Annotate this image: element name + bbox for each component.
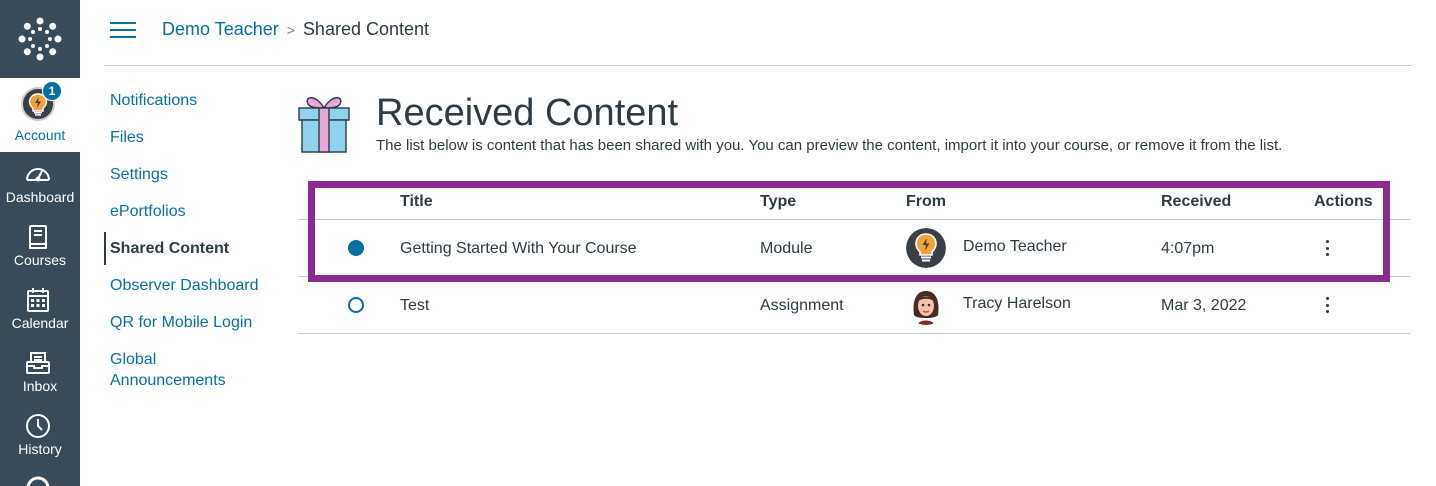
row-title[interactable]: Getting Started With Your Course: [400, 240, 637, 258]
column-header-from: From: [906, 193, 946, 210]
nav-item-inbox[interactable]: Inbox: [0, 343, 80, 406]
page-title: Received Content: [376, 92, 679, 134]
column-header-received: Received: [1161, 193, 1232, 210]
row-from: Demo Teacher: [963, 238, 1067, 255]
row-type: Module: [760, 240, 813, 257]
breadcrumb-separator: >: [286, 21, 295, 38]
read-indicator-icon[interactable]: [348, 297, 364, 313]
nav-item-label: History: [18, 441, 62, 457]
table-row[interactable]: Getting Started With Your Course Module …: [298, 220, 1410, 277]
table-header: Title Type From Received Actions: [298, 182, 1410, 220]
help-icon: [24, 474, 52, 486]
nav-item-more[interactable]: [0, 470, 80, 486]
hamburger-menu-icon[interactable]: [110, 19, 136, 41]
menu-item-settings[interactable]: Settings: [104, 164, 274, 185]
nav-account[interactable]: 1 Account: [0, 78, 80, 152]
column-header-title: Title: [400, 193, 433, 210]
menu-item-observer-dashboard[interactable]: Observer Dashboard: [104, 275, 274, 296]
nav-item-history[interactable]: History: [0, 406, 80, 469]
nav-item-dashboard[interactable]: Dashboard: [0, 154, 80, 217]
nav-item-label: Dashboard: [5, 189, 75, 205]
column-header-type: Type: [760, 193, 797, 210]
actions-menu-icon[interactable]: [1320, 237, 1334, 259]
menu-item-qr-mobile-login[interactable]: QR for Mobile Login: [104, 312, 274, 333]
row-type: Assignment: [760, 297, 844, 314]
column-header-actions: Actions: [1314, 193, 1373, 210]
nav-account-label: Account: [14, 127, 66, 143]
nav-item-courses[interactable]: Courses: [0, 217, 80, 280]
nav-item-label: Inbox: [22, 378, 58, 394]
table-row[interactable]: Test Assignment Tracy Harelson Mar 3, 20…: [298, 277, 1410, 334]
breadcrumb: Demo Teacher > Shared Content: [162, 19, 429, 40]
menu-item-eportfolios[interactable]: ePortfolios: [104, 201, 274, 222]
actions-menu-icon[interactable]: [1320, 294, 1334, 316]
row-from: Tracy Harelson: [963, 295, 1071, 312]
menu-item-notifications[interactable]: Notifications: [104, 90, 274, 111]
page-header: Demo Teacher > Shared Content: [104, 0, 1412, 66]
sender-avatar: [906, 228, 946, 268]
nav-item-label: Courses: [13, 252, 67, 268]
gift-icon: [296, 90, 352, 154]
sender-avatar: [906, 285, 946, 325]
dashboard-icon: [24, 160, 52, 188]
row-received: Mar 3, 2022: [1161, 297, 1247, 314]
row-title[interactable]: Test: [400, 297, 429, 315]
account-left-menu: Notifications Files Settings ePortfolios…: [104, 90, 274, 407]
courses-icon: [24, 223, 52, 251]
history-icon: [24, 412, 52, 440]
inbox-icon: [24, 349, 52, 377]
menu-item-shared-content[interactable]: Shared Content: [104, 232, 274, 265]
global-nav: 1 Account Dashboard Courses Calendar Inb…: [0, 0, 80, 486]
nav-item-label: Calendar: [11, 315, 69, 331]
breadcrumb-current: Shared Content: [302, 19, 430, 39]
menu-item-global-announcements[interactable]: Global Announcements: [104, 349, 234, 391]
calendar-icon: [24, 286, 52, 314]
menu-item-files[interactable]: Files: [104, 127, 274, 148]
row-received: 4:07pm: [1161, 240, 1215, 257]
page-description: The list below is content that has been …: [376, 137, 1283, 154]
canvas-logo-icon[interactable]: [0, 0, 80, 78]
unread-indicator-icon[interactable]: [348, 240, 364, 256]
notification-badge: 1: [42, 81, 62, 101]
received-content-table: Title Type From Received Actions Getting…: [298, 182, 1410, 334]
breadcrumb-link-demo-teacher[interactable]: Demo Teacher: [162, 19, 279, 40]
nav-item-calendar[interactable]: Calendar: [0, 280, 80, 343]
